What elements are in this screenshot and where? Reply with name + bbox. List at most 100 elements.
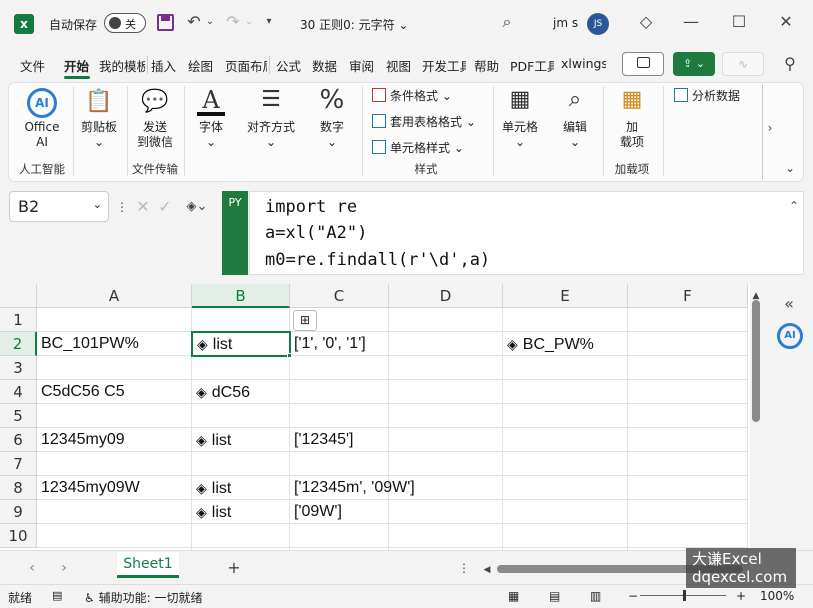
cell-e2[interactable]: ◈ BC_PW% — [503, 332, 628, 356]
row-header-7[interactable]: 7 — [0, 452, 37, 476]
document-title[interactable]: 30 正则0: 元字符 ⌄ — [300, 16, 408, 33]
cell-b9[interactable]: ◈ list — [192, 500, 290, 524]
row-header-6[interactable]: 6 — [0, 428, 37, 452]
cell-b2[interactable]: ◈ list — [191, 331, 291, 357]
row-header-9[interactable]: 9 — [0, 500, 37, 524]
scroll-left-icon[interactable]: ◀ — [482, 560, 492, 580]
undo-icon[interactable]: ↶ — [184, 12, 204, 32]
cell-c9[interactable]: ['09W'] — [290, 500, 389, 524]
column-header-d[interactable]: D — [389, 284, 503, 308]
row-header-2[interactable]: 2 — [0, 332, 37, 356]
wechat-icon[interactable]: 💬 — [140, 88, 170, 116]
column-header-e[interactable]: E — [503, 284, 628, 308]
column-header-f[interactable]: F — [628, 284, 748, 308]
zoom-slider-thumb[interactable] — [683, 590, 686, 601]
cell-b4[interactable]: ◈ dC56 — [192, 380, 290, 404]
close-icon[interactable]: ✕ — [776, 12, 796, 32]
clipboard-button[interactable]: 剪贴板 ⌄ — [74, 120, 124, 150]
row-header-3[interactable]: 3 — [0, 356, 37, 380]
tab-page-layout[interactable]: 页面布局 — [225, 56, 267, 74]
row-header-1[interactable]: 1 — [0, 308, 37, 332]
send-wechat-button[interactable]: 发送 到微信 — [130, 120, 180, 150]
ai-pane-icon[interactable]: AI — [777, 323, 803, 349]
insert-data-icon[interactable]: ⊞ — [293, 310, 317, 331]
tab-view[interactable]: 视图 — [386, 56, 414, 74]
name-box[interactable]: B2 ⌄ — [9, 191, 109, 222]
normal-view-icon[interactable]: ▦ — [508, 589, 519, 603]
ribbon-collapse-icon[interactable]: ⌄ — [782, 158, 798, 178]
page-layout-icon[interactable]: ▤ — [549, 589, 560, 603]
column-header-c[interactable]: C — [290, 284, 389, 308]
number-button[interactable]: 数字 ⌄ — [307, 120, 357, 150]
row-header-8[interactable]: 8 — [0, 476, 37, 500]
font-button[interactable]: 字体 ⌄ — [186, 120, 236, 150]
cell-c8[interactable]: ['12345m', '09W'] — [290, 476, 415, 500]
cell-a8[interactable]: 12345my09W — [37, 476, 192, 500]
tab-developer[interactable]: 开发工具 — [422, 56, 466, 74]
enter-icon[interactable]: ✓ — [157, 197, 173, 217]
save-icon[interactable] — [157, 14, 174, 31]
more-icon[interactable]: ⋮ — [116, 197, 128, 217]
office-ai-button[interactable]: Office AI — [17, 120, 67, 150]
collapse-pane-icon[interactable]: « — [778, 294, 800, 314]
next-sheet-icon[interactable]: › — [57, 558, 71, 578]
tab-formulas[interactable]: 公式 — [276, 56, 304, 74]
cell-b6[interactable]: ◈ list — [192, 428, 290, 452]
add-sheet-icon[interactable]: + — [225, 558, 243, 578]
cells-icon[interactable]: ▦ — [505, 86, 535, 114]
edit-search-icon[interactable]: ⌕ — [560, 86, 590, 114]
python-output-icon[interactable]: ◈⌄ — [182, 197, 212, 217]
tab-help[interactable]: 帮助 — [474, 56, 502, 74]
accessibility-status[interactable]: ♿ 辅助功能: 一切就绪 — [84, 589, 202, 606]
prev-sheet-icon[interactable]: ‹ — [25, 558, 39, 578]
percent-icon[interactable]: % — [317, 86, 347, 114]
tab-draw[interactable]: 绘图 — [188, 56, 216, 74]
select-all[interactable] — [0, 284, 37, 308]
autosave-toggle[interactable]: 关 — [104, 13, 146, 33]
avatar[interactable]: JS — [587, 13, 609, 35]
vertical-scrollbar[interactable] — [752, 300, 760, 422]
cancel-icon[interactable]: ✕ — [135, 197, 151, 217]
font-icon[interactable]: A — [196, 86, 226, 114]
tab-split-icon[interactable]: ⋮ — [458, 558, 470, 578]
tab-insert[interactable]: 插入 — [151, 56, 179, 74]
row-header-5[interactable]: 5 — [0, 404, 37, 428]
tab-file[interactable]: 文件 — [20, 56, 48, 74]
edit-button[interactable]: 编辑 ⌄ — [550, 120, 600, 150]
undo-dropdown-icon[interactable]: ⌄ — [204, 12, 216, 32]
diamond-icon[interactable]: ◇ — [636, 12, 656, 32]
align-icon[interactable]: ☰ — [256, 86, 286, 114]
ribbon-scroll-right-icon[interactable]: › — [764, 118, 776, 138]
collapse-formula-icon[interactable]: ⌃ — [786, 196, 802, 216]
share-button[interactable]: ⇪ ⌄ — [673, 52, 715, 76]
cell-c6[interactable]: ['12345'] — [290, 428, 389, 452]
column-header-b[interactable]: B — [192, 284, 290, 308]
cell-a4[interactable]: C5dC56 C5 — [37, 380, 192, 404]
cell-a2[interactable]: BC_101PW% — [37, 332, 192, 356]
search-icon[interactable]: ⌕ — [497, 12, 517, 32]
column-header-a[interactable]: A — [37, 284, 192, 308]
customize-qat-icon[interactable]: ▾ — [262, 12, 276, 32]
redo-dropdown-icon[interactable]: ⌄ — [243, 12, 255, 32]
tab-my-templates[interactable]: 我的模板 — [99, 56, 145, 74]
analyze-data-button[interactable]: 分析数据 — [674, 87, 740, 105]
comments-button[interactable] — [622, 52, 664, 76]
sheet-tab-sheet1[interactable]: Sheet1 — [117, 552, 179, 578]
cell-styles-button[interactable]: 单元格样式 ⌄ — [372, 139, 464, 157]
tab-data[interactable]: 数据 — [312, 56, 340, 74]
tab-review[interactable]: 审阅 — [349, 56, 377, 74]
format-as-table-button[interactable]: 套用表格格式 ⌄ — [372, 113, 476, 131]
macro-record-icon[interactable]: ▤ — [52, 589, 62, 602]
tab-home[interactable]: 开始 — [64, 56, 94, 74]
cells-button[interactable]: 单元格 ⌄ — [495, 120, 545, 150]
zoom-out-icon[interactable]: − — [628, 589, 638, 603]
paste-icon[interactable]: 📋 — [84, 88, 114, 116]
conditional-format-button[interactable]: 条件格式 ⌄ — [372, 87, 452, 105]
cell-a6[interactable]: 12345my09 — [37, 428, 192, 452]
maximize-icon[interactable]: ☐ — [729, 12, 749, 32]
copilot-icon[interactable]: ⚲ — [780, 54, 800, 74]
page-break-icon[interactable]: ▥ — [590, 589, 601, 603]
minimize-icon[interactable]: — — [681, 12, 701, 32]
row-header-10[interactable]: 10 — [0, 524, 37, 548]
redo-icon[interactable]: ↷ — [223, 12, 243, 32]
